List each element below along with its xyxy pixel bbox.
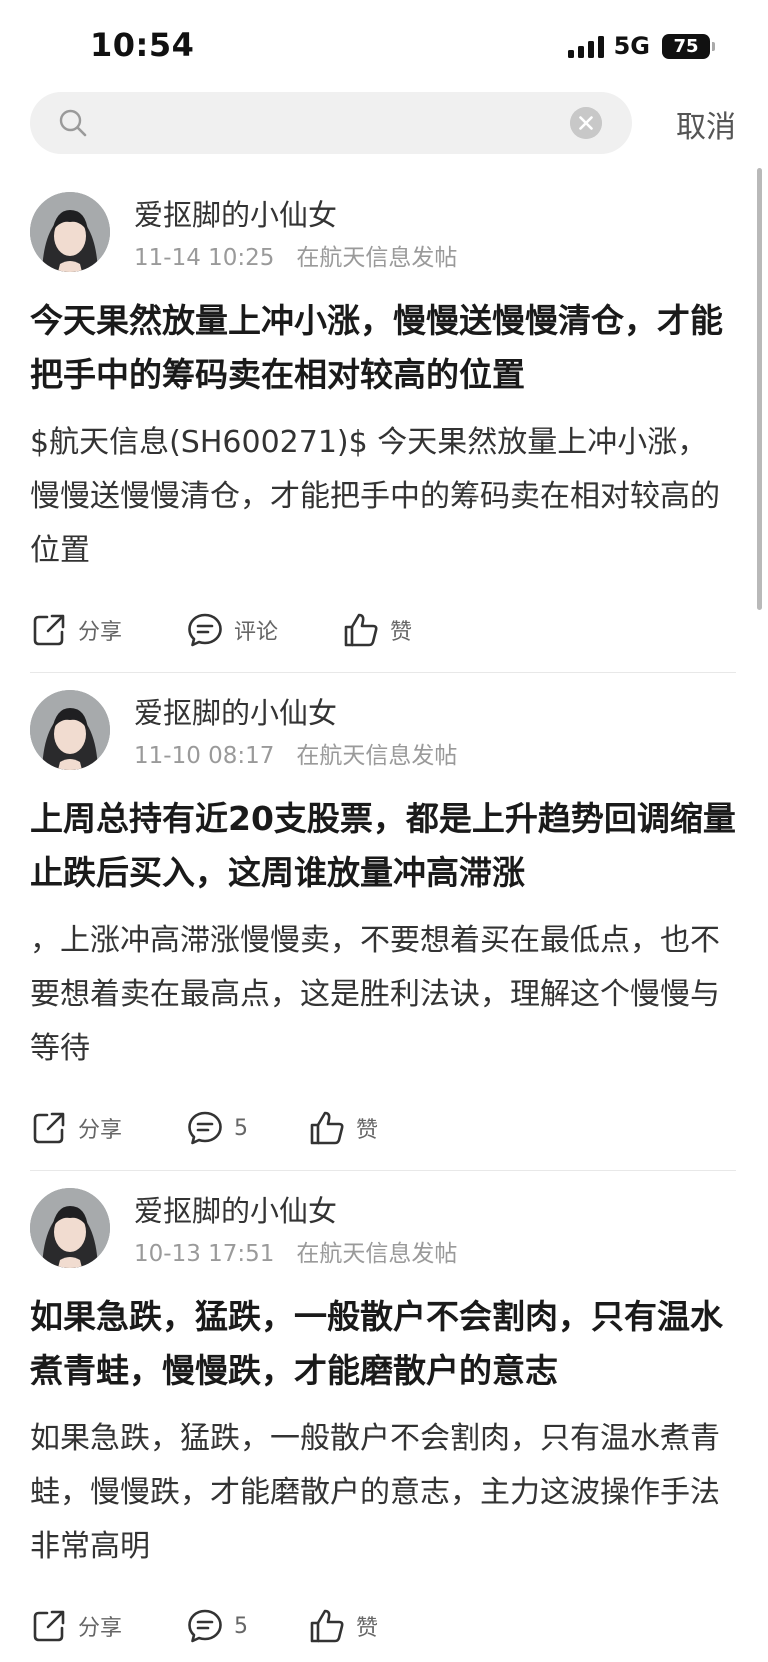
status-indicators: 5G 75 (567, 30, 715, 62)
author-name[interactable]: 爱抠脚的小仙女 (134, 1188, 337, 1230)
comment-count: 5 (234, 1613, 248, 1639)
status-bar: 10:54 5G 75 (0, 0, 768, 90)
status-time: 10:54 (90, 26, 195, 64)
scrollbar[interactable] (757, 168, 762, 610)
like-label: 赞 (356, 1616, 379, 1641)
post-header: 爱抠脚的小仙女 11-14 10:25 在航天信息发帖 (30, 192, 736, 276)
like-label: 赞 (390, 620, 413, 645)
share-button[interactable]: 分享 (30, 600, 122, 660)
comment-icon (188, 1111, 222, 1145)
post-location: 在航天信息发帖 (296, 1241, 458, 1267)
like-button[interactable]: 赞 (308, 1098, 378, 1158)
comment-label: 评论 (234, 620, 279, 645)
post-header: 爱抠脚的小仙女 11-10 08:17 在航天信息发帖 (30, 690, 736, 774)
avatar-image (30, 1188, 110, 1268)
post-time: 11-14 10:25 (134, 245, 275, 271)
post-title[interactable]: 上周总持有近20支股票，都是上升趋势回调缩量止跌后买入，这周谁放量冲高滞涨 (30, 792, 736, 900)
post-actions: 分享 评论 赞 (30, 600, 736, 660)
avatar[interactable] (30, 690, 110, 770)
post-meta: 10-13 17:51 在航天信息发帖 (134, 1234, 457, 1268)
comment-icon (188, 1609, 222, 1643)
share-label: 分享 (78, 1118, 123, 1143)
avatar-image (30, 192, 110, 272)
post-card[interactable]: 爱抠脚的小仙女 11-10 08:17 在航天信息发帖 上周总持有近20支股票，… (30, 690, 736, 1171)
post-time: 10-13 17:51 (134, 1241, 275, 1267)
thumbs-up-icon (344, 613, 378, 647)
author-name[interactable]: 爱抠脚的小仙女 (134, 192, 337, 234)
comment-button[interactable]: 5 (186, 1596, 248, 1656)
share-icon (33, 1112, 65, 1144)
cancel-button[interactable]: 取消 (676, 102, 736, 146)
post-card[interactable]: 爱抠脚的小仙女 10-13 17:51 在航天信息发帖 如果急跌，猛跌，一般散户… (30, 1188, 736, 1662)
post-time: 11-10 08:17 (134, 743, 275, 769)
share-button[interactable]: 分享 (30, 1098, 122, 1158)
search-box[interactable] (30, 92, 632, 154)
share-label: 分享 (78, 1616, 123, 1641)
like-button[interactable]: 赞 (308, 1596, 378, 1656)
share-icon (33, 614, 65, 646)
search-input[interactable] (102, 104, 572, 142)
post-content[interactable]: ，上涨冲高滞涨慢慢卖，不要想着买在最低点，也不要想着卖在最高点，这是胜利法诀，理… (30, 914, 736, 1076)
post-actions: 分享 5 赞 (30, 1098, 736, 1158)
comment-icon (188, 613, 222, 647)
share-label: 分享 (78, 620, 123, 645)
comment-button[interactable]: 5 (186, 1098, 248, 1158)
comment-button[interactable]: 评论 (186, 600, 278, 660)
cellular-signal-icon (567, 34, 604, 58)
post-actions: 分享 5 赞 (30, 1596, 736, 1656)
like-button[interactable]: 赞 (342, 600, 412, 660)
post-meta: 11-10 08:17 在航天信息发帖 (134, 736, 457, 770)
avatar[interactable] (30, 192, 110, 272)
post-location: 在航天信息发帖 (296, 245, 458, 271)
author-name[interactable]: 爱抠脚的小仙女 (134, 690, 337, 732)
avatar[interactable] (30, 1188, 110, 1268)
post-content[interactable]: $航天信息(SH600271)$ 今天果然放量上冲小涨，慢慢送慢慢清仓，才能把手… (30, 416, 736, 578)
post-card[interactable]: 爱抠脚的小仙女 11-14 10:25 在航天信息发帖 今天果然放量上冲小涨，慢… (30, 192, 736, 673)
like-label: 赞 (356, 1118, 379, 1143)
clear-icon[interactable] (570, 107, 602, 139)
post-meta: 11-14 10:25 在航天信息发帖 (134, 238, 457, 272)
post-title[interactable]: 如果急跌，猛跌，一般散户不会割肉，只有温水煮青蛙，慢慢跌，才能磨散户的意志 (30, 1290, 736, 1398)
thumbs-up-icon (310, 1111, 344, 1145)
thumbs-up-icon (310, 1609, 344, 1643)
search-bar: 取消 (0, 92, 768, 156)
comment-count: 5 (234, 1115, 248, 1141)
post-title[interactable]: 今天果然放量上冲小涨，慢慢送慢慢清仓，才能把手中的筹码卖在相对较高的位置 (30, 294, 736, 402)
divider (30, 1170, 736, 1171)
share-button[interactable]: 分享 (30, 1596, 122, 1656)
avatar-image (30, 690, 110, 770)
post-content[interactable]: 如果急跌，猛跌，一般散户不会割肉，只有温水煮青蛙，慢慢跌，才能磨散户的意志，主力… (30, 1412, 736, 1574)
divider (30, 672, 736, 673)
battery-icon: 75 (662, 33, 715, 59)
post-header: 爱抠脚的小仙女 10-13 17:51 在航天信息发帖 (30, 1188, 736, 1272)
network-type: 5G (613, 32, 650, 60)
search-icon (59, 109, 87, 137)
post-location: 在航天信息发帖 (296, 743, 458, 769)
share-icon (33, 1610, 65, 1642)
